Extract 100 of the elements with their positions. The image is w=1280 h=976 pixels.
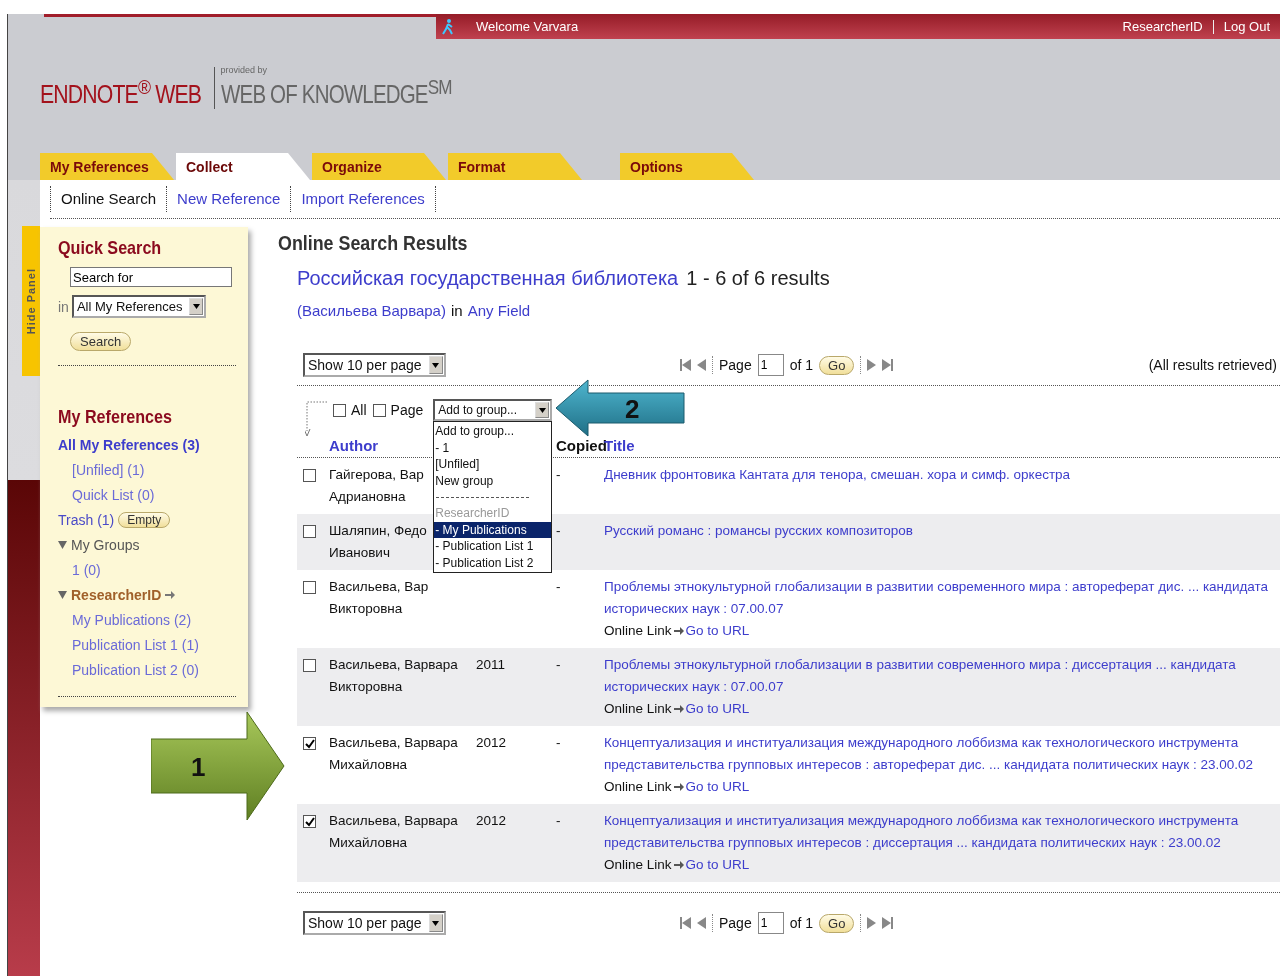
nav-tab[interactable]: My References [40, 153, 174, 180]
welcome-text: Welcome Varvara [476, 19, 579, 34]
column-header: Copied [556, 437, 604, 454]
copied-cell: - [556, 735, 561, 750]
dropdown-option[interactable]: - My Publications [434, 521, 552, 538]
previous-page-icon[interactable] [697, 359, 706, 371]
page-number-field[interactable]: 1 [757, 354, 784, 376]
sidebar-item[interactable]: My Groups [71, 536, 140, 553]
copied-cell: - [556, 813, 561, 828]
top-link[interactable]: Log Out [1213, 19, 1280, 34]
nav-tab[interactable]: Collect [176, 153, 310, 180]
copied-cell: - [556, 657, 561, 672]
sidebar-item[interactable]: All My References (3) [58, 436, 200, 453]
search-button[interactable]: Search [70, 332, 132, 351]
previous-page-icon[interactable] [697, 917, 706, 929]
dropdown-option[interactable]: Add to group... [434, 423, 552, 440]
page-label: Page [719, 357, 752, 373]
year-cell: 2012 [476, 735, 507, 750]
row-checkbox[interactable] [303, 525, 316, 538]
provided-by-text: provided by [220, 64, 269, 75]
expand-triangle-icon[interactable] [58, 540, 67, 549]
hide-panel-tab[interactable]: Hide Panel [22, 226, 40, 376]
dropdown-option[interactable]: [Unfiled] [434, 456, 552, 473]
title-link[interactable]: Русский романс : романсы русских композиторов [604, 520, 1280, 542]
last-page-icon[interactable] [882, 359, 894, 371]
author-cell-text: Васильева, Вар Викторовна [329, 578, 429, 618]
add-to-group-select[interactable]: Add to group... [433, 399, 553, 421]
quick-search-heading: Quick Search [58, 237, 163, 259]
checkbox[interactable] [372, 403, 386, 417]
go-button[interactable]: Go [819, 913, 855, 933]
sub-tab[interactable]: Import References [290, 186, 436, 212]
results-status: (All results retrieved) [1148, 357, 1277, 373]
copied-cell: - [556, 523, 561, 538]
expand-triangle-icon[interactable] [58, 590, 67, 599]
callout-arrow-drawing: 1 [151, 712, 285, 820]
row-checkbox[interactable] [303, 581, 316, 594]
next-page-icon[interactable] [867, 917, 877, 929]
row-checkbox[interactable] [303, 737, 316, 750]
nav-tab[interactable]: Format [448, 153, 582, 180]
web-of-knowledge-logo: WEB OF KNOWLEDGE$^{SM}$ [220, 74, 452, 109]
dropdown-option[interactable]: New group [434, 472, 552, 489]
sidebar-item[interactable]: My Publications (2) [72, 611, 192, 628]
dropdown-option[interactable]: - Publication List 2 [434, 554, 552, 571]
go-to-url-link[interactable]: Go to URL [685, 776, 750, 798]
top-link[interactable]: ResearcherID [1112, 19, 1213, 34]
sidebar-item[interactable]: [Unfiled] (1) [72, 461, 145, 478]
arrow-icon [673, 627, 684, 635]
next-page-icon[interactable] [867, 359, 877, 371]
source-link[interactable]: Российская государственная библиотека [297, 267, 679, 290]
checkbox[interactable] [333, 403, 346, 417]
sub-tab[interactable]: Online Search [50, 186, 167, 212]
in-label: in [450, 302, 463, 319]
in-label: in [58, 298, 69, 315]
go-button[interactable]: Go [819, 355, 855, 375]
first-page-icon[interactable] [680, 917, 691, 929]
title-link[interactable]: Концептуализация и институализация международного лоббизма как технологического инструмента представительства групповых интересов : автореферат дис. ... кандидата политических наук : 23.00.02 [604, 732, 1280, 776]
row-checkbox[interactable] [303, 815, 316, 828]
sidebar-item[interactable]: Publication List 1 (1) [72, 636, 199, 653]
per-page-select[interactable]: Show 10 per page [303, 353, 446, 377]
title-link[interactable]: Проблемы этнокультурной глобализации в развитии современного мира : автореферат дис. ... кандидата исторических наук : 07.00.07 [604, 576, 1280, 620]
field-link[interactable]: Any Field [467, 302, 531, 319]
first-page-icon[interactable] [680, 359, 691, 371]
my-references-heading: My References [58, 406, 173, 428]
walking-figure-icon [442, 18, 454, 35]
go-to-url-link[interactable]: Go to URL [685, 698, 750, 720]
empty-trash-button[interactable]: Empty [118, 511, 171, 528]
arrow-icon [673, 705, 684, 713]
arrow-icon [673, 861, 684, 869]
page-number-field[interactable]: 1 [757, 912, 784, 934]
row-checkbox[interactable] [303, 469, 316, 482]
sidebar-item[interactable]: 1 (0) [72, 561, 101, 578]
page-label: Page [390, 402, 424, 418]
callout-arrow-drawing: 2 [555, 379, 686, 437]
sidebar-item[interactable]: Quick List (0) [72, 486, 155, 503]
dropdown-option[interactable]: - 1 [434, 439, 552, 456]
per-page-select[interactable]: Show 10 per page [303, 911, 446, 935]
title-link[interactable]: Дневник фронтовика Кантата для тенора, смешан. хора и симф. оркестра [604, 464, 1280, 486]
sidebar-item[interactable]: ResearcherID [71, 586, 162, 603]
page-label: Page [719, 915, 752, 931]
endnote-logo: ENDNOTE$^{®}$ WEB [40, 74, 202, 109]
search-field[interactable]: Search for [70, 267, 232, 287]
sidebar-item[interactable]: Publication List 2 (0) [72, 661, 199, 678]
query-text: (Васильева Варвара) [297, 302, 446, 319]
nav-tab[interactable]: Options [620, 153, 754, 180]
row-checkbox[interactable] [303, 659, 316, 672]
arrow-icon [673, 783, 684, 791]
year-cell: 2012 [476, 813, 507, 828]
dropdown-option[interactable]: - Publication List 1 [434, 538, 552, 555]
scope-select[interactable]: All My References [71, 295, 207, 318]
author-cell-text: Васильева, Варвара Михайловна [329, 734, 458, 774]
results-count: 1 - 6 of 6 results [686, 267, 830, 290]
last-page-icon[interactable] [882, 917, 894, 929]
sub-tab[interactable]: New Reference [166, 186, 291, 212]
nav-tab[interactable]: Organize [312, 153, 446, 180]
title-link[interactable]: Проблемы этнокультурной глобализации в развитии современного мира : диссертация ... кандидата исторических наук : 07.00.07 [604, 654, 1280, 698]
column-header[interactable]: Title [604, 437, 1280, 454]
go-to-url-link[interactable]: Go to URL [685, 854, 750, 876]
go-to-url-link[interactable]: Go to URL [685, 620, 750, 642]
title-link[interactable]: Концептуализация и институализация международного лоббизма как технологического инструмента представительства групповых интересов : диссертация ... кандидата политических наук : 23.00.02 [604, 810, 1280, 854]
sidebar-item[interactable]: Trash (1) [58, 511, 115, 528]
